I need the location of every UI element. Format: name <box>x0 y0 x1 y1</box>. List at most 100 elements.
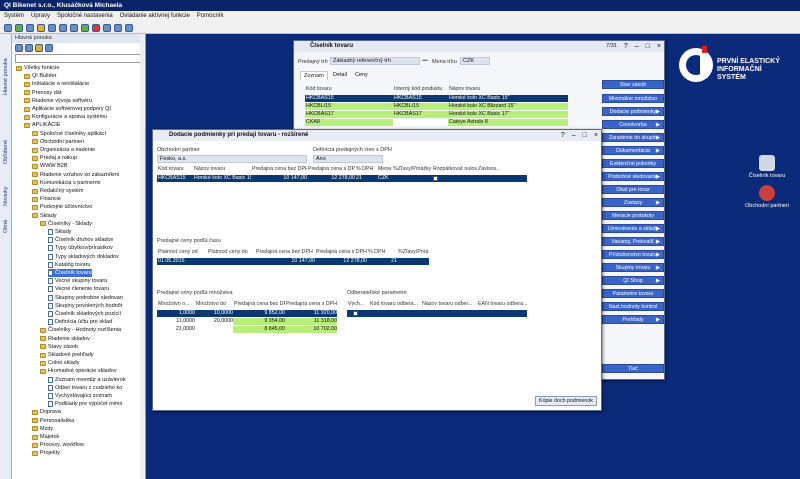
action-button[interactable]: Umiestnenie a sklady ▶ <box>602 224 664 233</box>
action-button[interactable]: Dokumentácia ▶ <box>602 146 664 155</box>
menu-icon[interactable] <box>4 24 12 32</box>
info-icon[interactable] <box>114 24 122 32</box>
table-row[interactable]: HKCBLI15 HKCBLI15 Horské kolo XC Blizzard … <box>305 103 568 110</box>
tree-icon[interactable] <box>15 44 23 52</box>
tree-item[interactable]: Číselník druhov skladov <box>48 236 113 244</box>
help-icon[interactable] <box>70 24 78 32</box>
tree-item[interactable]: Konfigurácie a správa systému <box>24 113 107 121</box>
action-button[interactable]: Prehľady ▶ <box>602 315 664 324</box>
close-icon[interactable]: × <box>657 41 661 52</box>
vtab-news[interactable]: Novinky <box>0 179 12 214</box>
minimize-icon[interactable]: – <box>635 41 639 52</box>
tree-item[interactable]: Obchodní partneri <box>32 138 84 146</box>
window-icon[interactable] <box>26 24 34 32</box>
action-button[interactable]: Zostavy ▶ <box>602 198 664 207</box>
tree-item[interactable]: Financie <box>32 195 61 203</box>
tree-item[interactable]: Sklady <box>48 228 72 236</box>
tree-item[interactable]: Prenosy dát <box>24 89 61 97</box>
checkbox[interactable] <box>433 176 438 181</box>
action-button[interactable]: Stav zásob <box>602 80 664 89</box>
tree-item[interactable]: Číselník tovaru <box>48 269 92 277</box>
tree-item[interactable]: WWW B2B <box>32 162 68 170</box>
vtab-favorites[interactable]: Obľúbené <box>0 129 12 174</box>
table-row[interactable]: CKA8 Cateye Astrale 8 <box>305 119 568 126</box>
tree-item[interactable]: Sklady <box>32 212 57 220</box>
table-row[interactable]: 1,0000 10,0000 9 852,00 11 920,00 <box>157 310 337 317</box>
action-button[interactable]: Evidenčné jednotky <box>602 159 664 168</box>
action-button[interactable]: Minimálne množstvo <box>602 94 664 103</box>
sidebar-scrollbar[interactable] <box>140 34 145 479</box>
user-icon[interactable] <box>125 24 133 32</box>
tree-item[interactable]: Katalóg tovaru <box>48 261 90 269</box>
home-icon[interactable] <box>48 24 56 32</box>
tree-item[interactable]: Číselníky - Hodnoty rozlíšenia <box>40 326 121 334</box>
help-icon[interactable]: ? <box>624 41 628 52</box>
star-icon[interactable] <box>35 44 43 52</box>
partner-field[interactable]: Fesko, a.s. <box>157 155 307 163</box>
tree-item[interactable]: Riadenie vzťahov so zákazníkmi <box>32 171 119 179</box>
sort-icon[interactable] <box>45 44 53 52</box>
menu-item[interactable]: Pomocník <box>197 11 224 22</box>
desktop-icon-partneri[interactable]: Obchodní partneri <box>737 185 797 209</box>
tree-item[interactable]: Doprava <box>32 408 61 416</box>
ok-icon[interactable] <box>81 24 89 32</box>
maximize-icon[interactable]: □ <box>583 130 587 141</box>
tree-item[interactable]: Číselník skladových pozícií <box>48 310 121 318</box>
maximize-icon[interactable]: □ <box>646 41 650 52</box>
tree-item[interactable]: Komunikácia s partnermi <box>32 179 101 187</box>
table-row[interactable]: HKCBAS15 HKCBAS15 Horské kolo XC Basic 15" <box>305 95 568 102</box>
defin-field[interactable]: Áno <box>313 155 383 163</box>
refresh-icon[interactable] <box>15 24 23 32</box>
tree-item[interactable]: Personalistika <box>32 417 74 425</box>
tree-item[interactable]: Riadenie skladov <box>40 335 90 343</box>
settings-icon[interactable] <box>103 24 111 32</box>
currency-field[interactable]: CZK <box>460 57 490 65</box>
tree-item[interactable]: Skupiny podrobne sledovan <box>48 294 123 302</box>
table-row[interactable]: 21,0000 8 845,00 10 702,00 <box>157 326 337 333</box>
tree-item[interactable]: Všetky funkcie <box>16 64 59 72</box>
tree-item[interactable]: Mzdy <box>32 425 53 433</box>
tree-item[interactable]: Definícia účtu pre sklad <box>48 318 112 326</box>
close-icon[interactable]: × <box>594 130 598 141</box>
vtab-main[interactable]: Hlavné ponuka <box>0 42 12 112</box>
action-button[interactable]: Parametre tovaru <box>602 289 664 298</box>
print-icon[interactable] <box>59 24 67 32</box>
more-icon[interactable]: ••• <box>422 58 428 64</box>
menu-item[interactable]: Úpravy <box>31 11 50 22</box>
tree-item[interactable]: Odber tovaru z cudzieho ko <box>48 384 122 392</box>
tree-item[interactable]: Organizácia a riadenie <box>32 146 95 154</box>
desktop-icon-cislenik[interactable]: Číselník tovaru <box>737 155 797 179</box>
table-row[interactable] <box>347 310 527 317</box>
table-row[interactable]: HKCBAS15 Horské kolo XC Basic 15" 10 147,0… <box>157 175 527 182</box>
tree-item[interactable]: Procesy, workflow <box>32 441 84 449</box>
tree-item[interactable]: Hromadné operácie skladov <box>40 367 116 375</box>
tree-item[interactable]: Vychystávajúci zoznam <box>48 392 112 400</box>
pricelist-field[interactable]: Základný referenčný trh <box>330 57 420 65</box>
tree-item[interactable]: QI Builder <box>24 72 56 80</box>
tree-item[interactable]: Zoznam inventúr a uzávierok <box>48 376 126 384</box>
close-icon[interactable] <box>92 24 100 32</box>
action-button[interactable]: Skupiny tovaru ▶ <box>602 263 664 272</box>
tree-item[interactable]: Typy skladových dokladov <box>48 253 119 261</box>
tree-item[interactable]: Aplikácie softvérovej podpory QI <box>24 105 111 113</box>
tree-item[interactable]: Vecné členenie tovaru <box>48 285 109 293</box>
star-icon[interactable] <box>37 24 45 32</box>
table-row[interactable]: 01.05.2016 10 147,00 12 278,00 21 <box>157 258 429 265</box>
sidebar-search-input[interactable] <box>15 54 142 63</box>
tree-item[interactable]: Stavy zásob <box>40 343 78 351</box>
tree-item[interactable]: APLIKÁCIE <box>24 121 60 129</box>
list-icon[interactable] <box>25 44 33 52</box>
action-button[interactable]: Zaradenie do skupín ▶ <box>602 133 664 142</box>
table-row[interactable]: HKCBAS17 HKCBAS17 Horské kolo XC Basic 17" <box>305 111 568 118</box>
help-icon[interactable]: ? <box>561 130 565 141</box>
minimize-icon[interactable]: – <box>572 130 576 141</box>
tree-item[interactable]: Colné sklady <box>40 359 80 367</box>
tree-item[interactable]: Projekty <box>32 449 60 457</box>
tab-ceny[interactable]: Ceny <box>352 71 371 80</box>
tree-item[interactable]: Skupiny povolených hodnôt <box>48 302 122 310</box>
tree-item[interactable]: Číselníky - Sklady <box>40 220 92 228</box>
menu-item[interactable]: Systém <box>4 11 24 22</box>
menu-item[interactable]: Ovládanie aktívnej funkcie <box>120 11 190 22</box>
tree-item[interactable]: Podklady pre výpočet mimir <box>48 400 123 408</box>
tree-item[interactable]: Skladové prehľady <box>40 351 94 359</box>
